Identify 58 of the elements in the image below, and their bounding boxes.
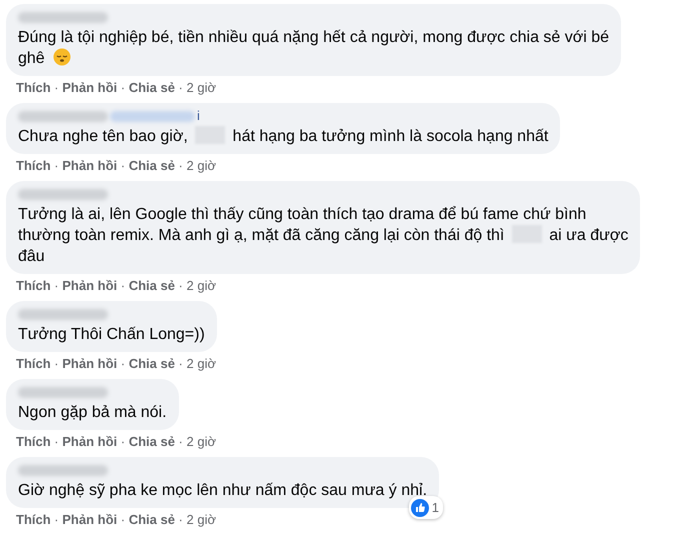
- share-link[interactable]: Chia sẻ: [128, 278, 175, 293]
- like-link[interactable]: Thích: [16, 356, 51, 371]
- separator-dot: ·: [178, 80, 184, 95]
- comment-text: hát hạng ba tưởng mình là socola hạng nhất: [232, 128, 548, 145]
- timestamp: 2 giờ: [186, 158, 216, 173]
- comment-text: Tưởng là ai, lên Google thì thấy cũng toàn thích tạo drama để bú fame chứ bình: [18, 206, 586, 223]
- separator-dot: ·: [178, 356, 184, 371]
- reply-link[interactable]: Phản hồi: [62, 158, 118, 173]
- separator-dot: ·: [53, 80, 60, 95]
- comment-text: Giờ nghệ sỹ pha ke mọc lên như nấm độc sau mưa ý nhỉ.: [18, 482, 428, 499]
- comment-text: đâu: [18, 248, 45, 265]
- comment-text: ai ưa được: [549, 227, 628, 244]
- share-link[interactable]: Chia sẻ: [128, 434, 175, 449]
- share-link[interactable]: Chia sẻ: [128, 158, 175, 173]
- separator-dot: ·: [120, 512, 126, 527]
- timestamp: 2 giờ: [186, 80, 216, 95]
- separator-dot: ·: [53, 278, 60, 293]
- comment-text: Ngon gặp bả mà nói.: [18, 404, 167, 421]
- like-link[interactable]: Thích: [16, 80, 51, 95]
- separator-dot: ·: [178, 434, 184, 449]
- reply-link[interactable]: Phản hồi: [62, 356, 118, 371]
- comment-text: Đúng là tội nghiệp bé, tiền nhiều quá nặng hết cả người, mong được chia sẻ với bé: [18, 29, 610, 46]
- reply-link[interactable]: Phản hồi: [62, 278, 118, 293]
- separator-dot: ·: [120, 158, 126, 173]
- separator-dot: ·: [178, 278, 184, 293]
- emoji-icon: [53, 48, 72, 66]
- timestamp: 2 giờ: [186, 278, 216, 293]
- comment-text: ghê: [18, 50, 45, 67]
- timestamp: 2 giờ: [186, 356, 216, 371]
- like-icon: [410, 498, 429, 516]
- like-link[interactable]: Thích: [16, 278, 51, 293]
- separator-dot: ·: [178, 512, 184, 527]
- separator-dot: ·: [120, 434, 126, 449]
- reply-link[interactable]: Phản hồi: [62, 434, 118, 449]
- separator-dot: ·: [53, 512, 60, 527]
- separator-dot: ·: [120, 80, 126, 95]
- share-link[interactable]: Chia sẻ: [128, 80, 175, 95]
- separator-dot: ·: [53, 356, 60, 371]
- comment-text: Chưa nghe tên bao giờ,: [18, 128, 188, 145]
- separator-dot: ·: [53, 158, 60, 173]
- like-link[interactable]: Thích: [16, 158, 51, 173]
- reply-link[interactable]: Phản hồi: [62, 80, 118, 95]
- separator-dot: ·: [53, 434, 60, 449]
- reaction-count-badge[interactable]: 1: [408, 496, 444, 519]
- comment-text: Tưởng Thôi Chấn Long=)): [18, 326, 205, 343]
- mention-text[interactable]: i: [197, 109, 200, 123]
- timestamp: 2 giờ: [186, 512, 216, 527]
- share-link[interactable]: Chia sẻ: [128, 512, 175, 527]
- share-link[interactable]: Chia sẻ: [128, 356, 175, 371]
- reply-link[interactable]: Phản hồi: [62, 512, 118, 527]
- like-link[interactable]: Thích: [16, 434, 51, 449]
- separator-dot: ·: [178, 158, 184, 173]
- comment-text: thường toàn remix. Mà anh gì ạ, mặt đã căng căng lại còn thái độ thì: [18, 227, 504, 244]
- separator-dot: ·: [120, 278, 126, 293]
- timestamp: 2 giờ: [186, 434, 216, 449]
- like-link[interactable]: Thích: [16, 512, 51, 527]
- separator-dot: ·: [120, 356, 126, 371]
- reaction-count: 1: [432, 499, 440, 517]
